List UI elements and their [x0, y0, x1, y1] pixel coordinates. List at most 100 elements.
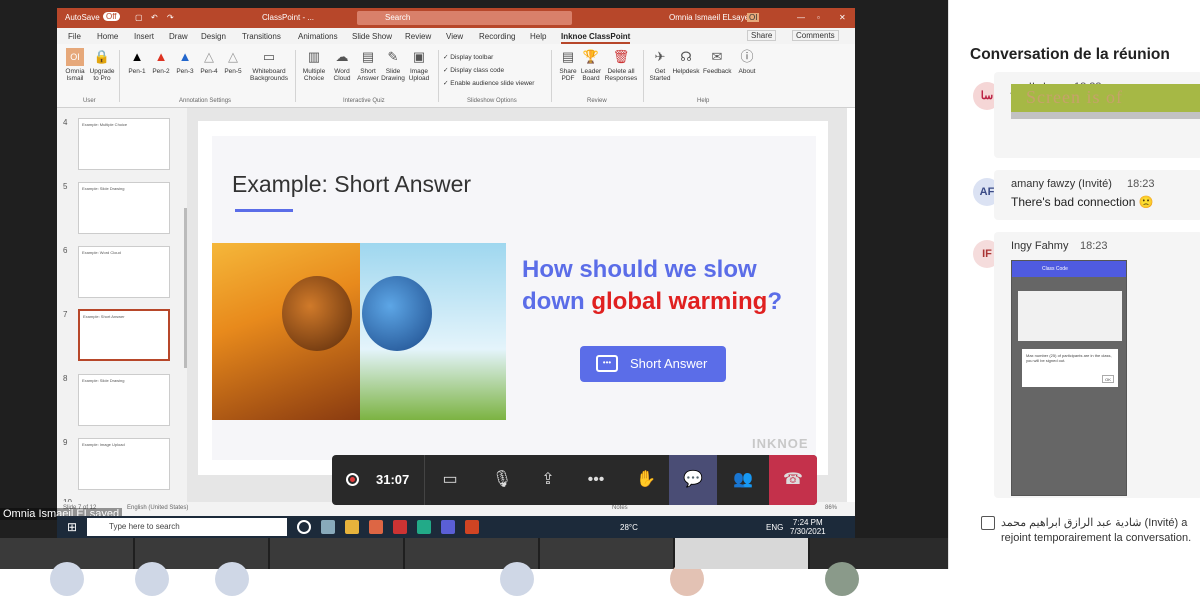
restore-icon[interactable]: ▫	[817, 13, 820, 22]
user-button[interactable]: OI Omnia Ismail	[61, 48, 89, 82]
participant-tile[interactable]	[135, 538, 270, 596]
tab-view[interactable]: View	[446, 32, 463, 41]
participants-icon[interactable]: 👥	[719, 455, 767, 505]
multiple-choice-button[interactable]: ▥ Multiple Choice	[300, 48, 328, 82]
slide-thumbnail-7[interactable]: Example: Short Answer	[78, 309, 170, 361]
word-cloud-button[interactable]: ☁ Word Cloud	[328, 48, 356, 82]
tab-slide-show[interactable]: Slide Show	[352, 32, 392, 41]
about-button[interactable]: ⓘ About	[733, 48, 761, 75]
notes-button[interactable]: Notes	[612, 505, 628, 511]
hang-up-icon[interactable]: ☎	[769, 455, 817, 505]
file-explorer-icon[interactable]	[345, 520, 359, 534]
shared-screen: AutoSave Off ▢ ↶ ↷ ClassPoint - ... Sear…	[0, 0, 948, 545]
chat-icon[interactable]: 💬	[669, 455, 717, 505]
mic-off-icon[interactable]: 🎙	[478, 455, 526, 505]
teams-icon[interactable]	[441, 520, 455, 534]
slide-content: Example: Short Answer How should we slow…	[212, 136, 816, 460]
tab-animations[interactable]: Animations	[298, 32, 338, 41]
tab-home[interactable]: Home	[97, 32, 118, 41]
redo-icon[interactable]: ↷	[167, 13, 174, 22]
close-icon[interactable]: ✕	[839, 13, 846, 22]
tab-help[interactable]: Help	[530, 32, 546, 41]
whiteboard-button[interactable]: ▭ Whiteboard Backgrounds	[249, 48, 289, 82]
shared-image[interactable]: Screen is of	[1011, 84, 1200, 112]
avatar	[825, 562, 859, 596]
image-scrollbar[interactable]	[1011, 112, 1200, 119]
upgrade-button[interactable]: 🔒 Upgrade to Pro	[88, 48, 116, 82]
recording-icon[interactable]	[346, 473, 359, 486]
tab-review[interactable]: Review	[405, 32, 431, 41]
participant-tile[interactable]	[540, 538, 704, 596]
slide-thumbnail-4[interactable]: Example: Multiple Choice	[78, 118, 170, 170]
pen-5-button[interactable]: △ Pen-5	[219, 48, 247, 75]
chat-title: Conversation de la réunion	[970, 46, 1170, 63]
quiz-label: Image Upload	[408, 68, 430, 82]
slide-thumbnail-pane: 4 Example: Multiple Choice 5 Example: Sl…	[57, 108, 187, 507]
short-answer-button[interactable]: ▤ Short Answer	[354, 48, 382, 82]
get-started-button[interactable]: ✈ Get Started	[646, 48, 674, 82]
more-options-icon[interactable]: •••	[572, 455, 620, 505]
display-toolbar-check[interactable]: ✓ Display toolbar	[443, 53, 493, 61]
helpdesk-button[interactable]: ☊ Helpdesk	[672, 48, 700, 75]
slide-number: 8	[63, 374, 68, 383]
quiz-label: Short Answer	[357, 68, 379, 82]
chat-message: amany fawzy (Invité) 18:23 There's bad c…	[994, 170, 1200, 220]
save-icon[interactable]: ▢	[135, 13, 143, 22]
chrome-icon[interactable]	[393, 520, 407, 534]
tab-file[interactable]: File	[68, 32, 81, 41]
app-icon[interactable]	[369, 520, 383, 534]
edge-icon[interactable]	[417, 520, 431, 534]
tab-insert[interactable]: Insert	[134, 32, 154, 41]
participant-tile[interactable]	[0, 538, 135, 596]
slide-thumbnail-9[interactable]: Example: Image Upload	[78, 438, 170, 490]
share-screen-icon[interactable]: ⇪	[524, 455, 572, 505]
thumb-text: Example: Slide Drawing	[82, 186, 125, 191]
feedback-button[interactable]: ✉ Feedback	[703, 48, 732, 75]
slide-drawing-button[interactable]: ✎ Slide Drawing	[379, 48, 407, 82]
autosave-toggle[interactable]: Off	[103, 12, 120, 21]
participant-tile[interactable]	[405, 538, 540, 596]
upgrade-label: Upgrade to Pro	[89, 68, 115, 82]
rocket-icon: ✈	[654, 49, 666, 64]
participant-tile[interactable]	[270, 538, 405, 569]
tab-recording[interactable]: Recording	[479, 32, 515, 41]
divider	[119, 50, 120, 102]
call-control-bar: 31:07 ▭ 🎙 ⇪ ••• ✋ 💬 👥 ☎	[332, 455, 817, 505]
taskbar-search[interactable]: Type here to search	[87, 518, 287, 536]
video-gallery	[0, 538, 948, 596]
camera-off-icon[interactable]: ▭	[426, 455, 474, 505]
tab-inknoe-classpoint[interactable]: Inknoe ClassPoint	[561, 32, 631, 44]
powerpoint-icon[interactable]	[465, 520, 479, 534]
image-upload-button[interactable]: ▣ Image Upload	[405, 48, 433, 82]
cortana-icon[interactable]	[297, 520, 311, 534]
task-view-icon[interactable]	[321, 520, 335, 534]
image-icon: ▣	[412, 49, 426, 64]
slide-thumbnail-5[interactable]: Example: Slide Drawing	[78, 182, 170, 234]
slide-thumbnail-8[interactable]: Example: Slide Drawing	[78, 374, 170, 426]
divider	[643, 50, 644, 102]
short-answer-button[interactable]: ••• Short Answer	[580, 346, 726, 382]
windows-start-icon[interactable]: ⊞	[67, 520, 77, 534]
tab-draw[interactable]: Draw	[169, 32, 188, 41]
display-class-code-check[interactable]: ✓ Display class code	[443, 66, 504, 74]
participant-tile[interactable]	[675, 538, 859, 596]
minimize-icon[interactable]: —	[797, 13, 805, 22]
tab-design[interactable]: Design	[201, 32, 226, 41]
clock-date: 7/30/2021	[790, 527, 826, 536]
document-title: ClassPoint - ...	[262, 13, 315, 22]
leader-board-button[interactable]: 🏆 Leader Board	[577, 48, 605, 82]
keyboard-language[interactable]: ENG	[766, 523, 783, 532]
slide-thumbnail-6[interactable]: Example: Word Cloud	[78, 246, 170, 298]
raise-hand-icon[interactable]: ✋	[622, 455, 670, 505]
search-input[interactable]: Search	[357, 11, 572, 25]
delete-responses-button[interactable]: 🗑 Delete all Responses	[603, 48, 639, 82]
undo-icon[interactable]: ↶	[151, 13, 158, 22]
phone-screenshot[interactable]: Class Code Max number (25) of participan…	[1011, 260, 1127, 496]
user-avatar[interactable]: OI	[747, 13, 760, 22]
phone-header: Class Code	[1012, 261, 1126, 277]
dialog-ok-button[interactable]: OK	[1102, 375, 1114, 383]
comments-button[interactable]: Comments	[792, 30, 839, 41]
tab-transitions[interactable]: Transitions	[242, 32, 281, 41]
share-button[interactable]: Share	[747, 30, 777, 41]
audience-viewer-check[interactable]: ✓ Enable audience slide viewer	[443, 79, 534, 87]
